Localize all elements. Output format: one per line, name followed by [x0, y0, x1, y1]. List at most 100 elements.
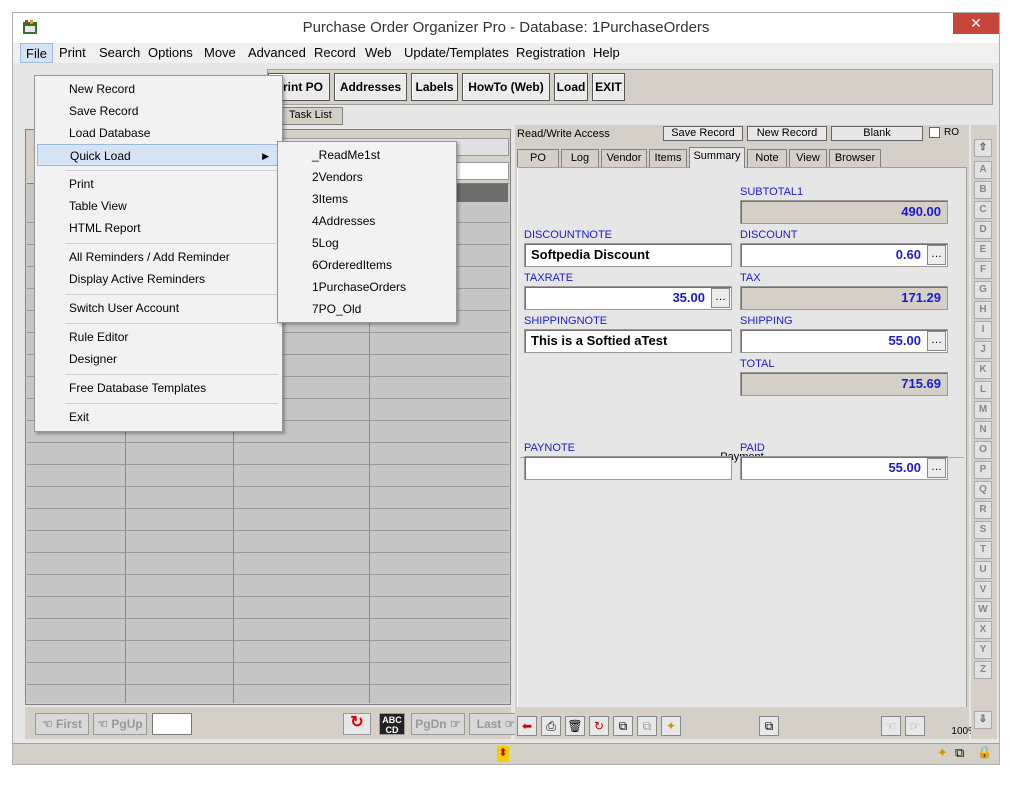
- tab-note[interactable]: Note: [747, 149, 787, 167]
- menu-free-templates[interactable]: Free Database Templates: [37, 377, 280, 399]
- menu-table-view[interactable]: Table View: [37, 195, 280, 217]
- alpha-m[interactable]: M: [974, 401, 992, 419]
- taxrate-ellipsis-button[interactable]: …: [711, 288, 730, 308]
- tab-browser[interactable]: Browser: [829, 149, 881, 167]
- quick-load-item[interactable]: 6OrderedItems: [280, 254, 454, 276]
- refresh-record-icon[interactable]: ↻: [589, 716, 609, 736]
- menu-print[interactable]: Print: [54, 43, 91, 63]
- alpha-a[interactable]: A: [974, 161, 992, 179]
- quick-load-item[interactable]: 5Log: [280, 232, 454, 254]
- alpha-r[interactable]: R: [974, 501, 992, 519]
- alpha-x[interactable]: X: [974, 621, 992, 639]
- alpha-g[interactable]: G: [974, 281, 992, 299]
- pgup-button[interactable]: ☜ PgUp: [93, 713, 147, 735]
- menu-all-reminders[interactable]: All Reminders / Add Reminder: [37, 246, 280, 268]
- alpha-d[interactable]: D: [974, 221, 992, 239]
- alpha-v[interactable]: V: [974, 581, 992, 599]
- menu-display-reminders[interactable]: Display Active Reminders: [37, 268, 280, 290]
- tab-vendor[interactable]: Vendor: [601, 149, 647, 167]
- alpha-z[interactable]: Z: [974, 661, 992, 679]
- paynote-field[interactable]: [524, 456, 732, 480]
- menu-exit[interactable]: Exit: [37, 406, 280, 428]
- discountnote-field[interactable]: Softpedia Discount: [524, 243, 732, 267]
- alpha-q[interactable]: Q: [974, 481, 992, 499]
- tab-log[interactable]: Log: [561, 149, 599, 167]
- menu-new-record[interactable]: New Record: [37, 78, 280, 100]
- documents-icon[interactable]: ⧉: [955, 745, 964, 761]
- menu-registration[interactable]: Registration: [511, 43, 590, 63]
- quick-load-item[interactable]: _ReadMe1st: [280, 144, 454, 166]
- copy-record-icon[interactable]: ⧉: [613, 716, 633, 736]
- menu-web[interactable]: Web: [360, 43, 397, 63]
- lightbulb-icon[interactable]: ✦: [661, 716, 681, 736]
- alpha-b[interactable]: B: [974, 181, 992, 199]
- next-record-icon[interactable]: ☞: [905, 716, 925, 736]
- alpha-e[interactable]: E: [974, 241, 992, 259]
- menu-search[interactable]: Search: [94, 43, 145, 63]
- tab-summary[interactable]: Summary: [689, 147, 745, 168]
- howto-web-button[interactable]: HowTo (Web): [462, 73, 550, 101]
- discount-field[interactable]: 0.60…: [740, 243, 948, 267]
- paid-ellipsis-button[interactable]: …: [927, 458, 946, 478]
- menu-rule-editor[interactable]: Rule Editor: [37, 326, 280, 348]
- alpha-l[interactable]: L: [974, 381, 992, 399]
- menu-print-item[interactable]: Print: [37, 173, 280, 195]
- print-icon[interactable]: ⎙: [541, 716, 561, 736]
- lock-icon[interactable]: 🔒: [977, 745, 992, 759]
- pgdn-button[interactable]: PgDn ☞: [411, 713, 465, 735]
- labels-button[interactable]: Labels: [411, 73, 458, 101]
- tab-po[interactable]: PO: [517, 149, 559, 167]
- quick-load-item[interactable]: 4Addresses: [280, 210, 454, 232]
- quick-load-item[interactable]: 1PurchaseOrders: [280, 276, 454, 298]
- menu-switch-user[interactable]: Switch User Account: [37, 297, 280, 319]
- addresses-button[interactable]: Addresses: [334, 73, 407, 101]
- alpha-t[interactable]: T: [974, 541, 992, 559]
- menu-update-templates[interactable]: Update/Templates: [399, 43, 514, 63]
- blank-button[interactable]: Blank: [831, 126, 923, 141]
- alpha-o[interactable]: O: [974, 441, 992, 459]
- new-record-button[interactable]: New Record: [747, 126, 827, 141]
- back-arrow-icon[interactable]: ⬅: [517, 716, 537, 736]
- menu-html-report[interactable]: HTML Report: [37, 217, 280, 239]
- quick-load-item[interactable]: 2Vendors: [280, 166, 454, 188]
- alpha-k[interactable]: K: [974, 361, 992, 379]
- export-icon[interactable]: ⧉: [759, 716, 779, 736]
- tab-view[interactable]: View: [789, 149, 827, 167]
- paste-record-icon[interactable]: ⧉: [637, 716, 657, 736]
- trash-icon[interactable]: 🗑: [565, 716, 585, 736]
- paid-field[interactable]: 55.00…: [740, 456, 948, 480]
- alpha-u[interactable]: U: [974, 561, 992, 579]
- alpha-c[interactable]: C: [974, 201, 992, 219]
- discount-ellipsis-button[interactable]: …: [927, 245, 946, 265]
- quick-load-item[interactable]: 3Items: [280, 188, 454, 210]
- read-only-checkbox[interactable]: RO: [929, 127, 959, 138]
- shipping-field[interactable]: 55.00…: [740, 329, 948, 353]
- load-button[interactable]: Load: [554, 73, 588, 101]
- ro-checkbox-box[interactable]: [929, 127, 940, 138]
- menu-file[interactable]: File: [20, 43, 53, 63]
- prev-record-icon[interactable]: ☜: [881, 716, 901, 736]
- first-button[interactable]: ☜ First: [35, 713, 89, 735]
- tab-items[interactable]: Items: [649, 149, 687, 167]
- menu-designer[interactable]: Designer: [37, 348, 280, 370]
- menu-load-database[interactable]: Load Database: [37, 122, 280, 144]
- menu-options[interactable]: Options: [143, 43, 198, 63]
- record-number-input[interactable]: [152, 713, 192, 735]
- menu-save-record[interactable]: Save Record: [37, 100, 280, 122]
- alpha-p[interactable]: P: [974, 461, 992, 479]
- quick-load-item[interactable]: 7PO_Old: [280, 298, 454, 320]
- alpha-h[interactable]: H: [974, 301, 992, 319]
- scroll-down-icon[interactable]: ⇩: [974, 711, 992, 729]
- save-record-button[interactable]: Save Record: [663, 126, 743, 141]
- alpha-i[interactable]: I: [974, 321, 992, 339]
- menu-advanced[interactable]: Advanced: [243, 43, 311, 63]
- menu-move[interactable]: Move: [199, 43, 241, 63]
- alpha-s[interactable]: S: [974, 521, 992, 539]
- close-button[interactable]: ✕: [953, 13, 999, 34]
- alpha-f[interactable]: F: [974, 261, 992, 279]
- exit-button[interactable]: EXIT: [592, 73, 625, 101]
- refresh-icon[interactable]: ↻: [343, 713, 371, 735]
- taxrate-field[interactable]: 35.00…: [524, 286, 732, 310]
- menu-help[interactable]: Help: [588, 43, 625, 63]
- alpha-n[interactable]: N: [974, 421, 992, 439]
